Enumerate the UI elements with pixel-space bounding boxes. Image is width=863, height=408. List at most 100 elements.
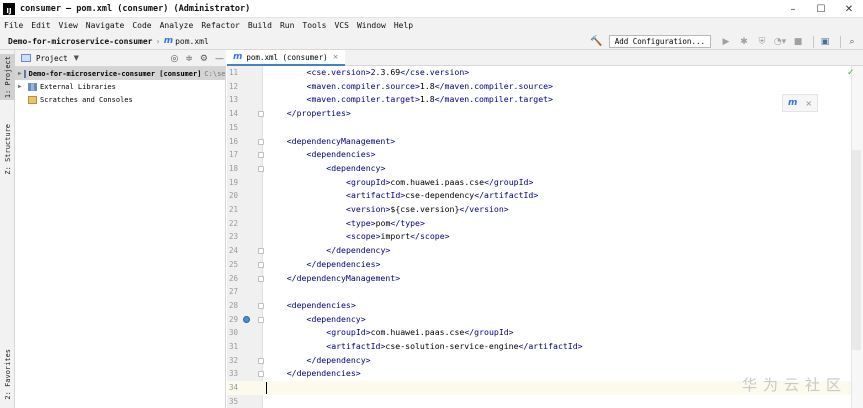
tree-item-external-libraries[interactable]: ▶ External Libraries <box>15 80 225 93</box>
close-icon[interactable]: × <box>805 99 812 108</box>
fold-marker-icon[interactable] <box>258 302 264 309</box>
code-line[interactable]: 31 <artifactId>cse-solution-service-engin… <box>227 340 851 354</box>
gear-icon[interactable]: ⚙ <box>200 54 208 64</box>
profile-icon[interactable]: ◔▾ <box>773 35 787 49</box>
menu-vcs[interactable]: VCS <box>334 21 348 30</box>
xml-tag: </dependency> <box>306 354 371 365</box>
maven-reload-icon[interactable]: m <box>788 98 797 108</box>
project-structure-icon[interactable]: ▣ <box>818 35 832 49</box>
code-line[interactable]: 26 </dependencyManagement> <box>227 272 851 286</box>
search-everywhere-icon[interactable]: ⌕ <box>845 35 859 49</box>
stop-icon[interactable]: ■ <box>791 35 805 49</box>
code-line[interactable]: 29 <dependency> <box>227 313 851 327</box>
minimize-button[interactable]: – <box>779 0 807 18</box>
code-line[interactable]: 19 <groupId>com.huawei.paas.cse</groupId> <box>227 176 851 190</box>
fold-marker-icon[interactable] <box>258 152 264 159</box>
breadcrumb-file[interactable]: pom.xml <box>175 37 209 46</box>
line-number: 28 <box>228 300 238 310</box>
fold-marker-icon[interactable] <box>258 165 264 172</box>
hide-panel-icon[interactable]: — <box>215 54 224 64</box>
tab-pom-xml[interactable]: m pom.xml (consumer) × <box>227 50 345 66</box>
code-text: </dependencies> <box>307 258 381 272</box>
code-line[interactable]: 12 <maven.compiler.source>1.8</maven.comp… <box>227 80 851 94</box>
window-title: consumer – pom.xml (consumer) (Administr… <box>20 3 251 14</box>
menu-navigate[interactable]: Navigate <box>86 21 125 30</box>
fold-marker-icon[interactable] <box>258 316 264 323</box>
xml-tag: </cse.version> <box>400 67 470 77</box>
close-tab-icon[interactable]: × <box>333 53 339 61</box>
code-line[interactable]: 17 <dependencies> <box>227 148 851 162</box>
dependency-gutter-icon[interactable] <box>243 315 250 323</box>
menu-refactor[interactable]: Refactor <box>201 21 240 30</box>
tree-item-scratches[interactable]: Scratches and Consoles <box>15 93 225 106</box>
tab-project-tool[interactable]: 1: Project <box>0 54 15 100</box>
xml-tag: </artifactId> <box>518 341 583 351</box>
xml-value: cse-dependency <box>405 190 475 201</box>
code-line[interactable]: 16 <dependencyManagement> <box>227 135 851 149</box>
expand-arrow-icon[interactable]: ▶ <box>18 83 26 90</box>
code-line[interactable]: 20 <artifactId>cse-dependency</artifactId… <box>227 189 851 203</box>
chevron-down-icon[interactable]: ▼ <box>74 54 79 62</box>
code-line[interactable]: 25 </dependencies> <box>227 258 851 272</box>
fold-marker-icon[interactable] <box>258 275 264 282</box>
code-line[interactable]: 27 <box>227 285 851 299</box>
window-controls: – ☐ ✕ <box>779 0 863 18</box>
breadcrumb-project[interactable]: Demo-for-microservice-consumer <box>8 37 153 46</box>
code-line[interactable]: 13 <maven.compiler.target>1.8</maven.comp… <box>227 93 851 107</box>
code-line[interactable]: 22 <type>pom</type> <box>227 217 851 231</box>
run-icon[interactable]: ▶ <box>719 35 733 49</box>
fold-marker-icon[interactable] <box>258 138 264 145</box>
maximize-button[interactable]: ☐ <box>807 0 835 18</box>
menu-analyze[interactable]: Analyze <box>160 21 194 30</box>
code-line[interactable]: 24 </dependency> <box>227 244 851 258</box>
xml-tag: </dependencyManagement> <box>286 272 401 283</box>
maven-load-changes-popup[interactable]: m × <box>782 94 818 112</box>
code-line[interactable]: 35 <box>227 395 851 408</box>
code-line[interactable]: 21 <version>${cse.version}</version> <box>227 203 851 217</box>
code-line[interactable]: 15 <box>227 121 851 135</box>
menu-build[interactable]: Build <box>248 21 272 30</box>
menu-tools[interactable]: Tools <box>302 21 326 30</box>
debug-icon[interactable]: ✱ <box>737 35 751 49</box>
code-line[interactable]: 30 <groupId>com.huawei.paas.cse</groupId> <box>227 326 851 340</box>
tab-favorites-tool[interactable]: 2: Favorites <box>0 346 15 402</box>
editor-tab-bar: m pom.xml (consumer) × <box>227 50 863 66</box>
collapse-all-icon[interactable]: ≑ <box>185 54 193 64</box>
tab-structure-tool[interactable]: Z: Structure <box>0 118 15 180</box>
code-line[interactable]: 23 <scope>import</scope> <box>227 230 851 244</box>
line-number: 19 <box>228 177 238 187</box>
fold-marker-icon[interactable] <box>258 111 264 118</box>
menu-file[interactable]: File <box>4 21 23 30</box>
build-hammer-icon[interactable]: 🔨 <box>590 36 602 47</box>
menu-help[interactable]: Help <box>394 21 413 30</box>
menu-view[interactable]: View <box>59 21 78 30</box>
xml-tag: </version> <box>459 204 509 214</box>
code-line[interactable]: 18 <dependency> <box>227 162 851 176</box>
code-line[interactable]: 28 <dependencies> <box>227 299 851 313</box>
menu-code[interactable]: Code <box>132 21 151 30</box>
menu-window[interactable]: Window <box>357 21 386 30</box>
fold-marker-icon[interactable] <box>258 248 264 255</box>
close-button[interactable]: ✕ <box>835 0 863 18</box>
line-number: 29 <box>228 314 238 324</box>
code-line[interactable]: 32 </dependency> <box>227 354 851 368</box>
code-text: <maven.compiler.target>1.8</maven.compil… <box>307 93 553 107</box>
code-editor[interactable]: 11 <cse.version>2.3.69</cse.version> 12 <ma… <box>227 66 851 408</box>
line-number: 30 <box>228 328 238 338</box>
menu-run[interactable]: Run <box>280 21 294 30</box>
tree-item-project-root[interactable]: ▶ Demo-for-microservice-consumer [consum… <box>15 67 225 80</box>
xml-tag: </scope> <box>410 231 450 242</box>
expand-arrow-icon[interactable]: ▶ <box>18 70 22 77</box>
add-configuration-button[interactable]: Add Configuration... <box>608 35 711 48</box>
project-panel-title[interactable]: Project <box>36 54 68 63</box>
code-line[interactable]: 11 <cse.version>2.3.69</cse.version> <box>227 66 851 80</box>
fold-marker-icon[interactable] <box>258 371 264 378</box>
locate-file-icon[interactable]: ◎ <box>171 54 179 64</box>
fold-marker-icon[interactable] <box>258 261 264 268</box>
fold-marker-icon[interactable] <box>258 357 264 364</box>
coverage-icon[interactable]: ⛨ <box>755 35 769 49</box>
menu-edit[interactable]: Edit <box>31 21 50 30</box>
editor-tab-label: pom.xml (consumer) <box>246 52 328 62</box>
code-line[interactable]: 14 </properties> <box>227 107 851 121</box>
scrollbar-thumb[interactable] <box>852 150 861 350</box>
